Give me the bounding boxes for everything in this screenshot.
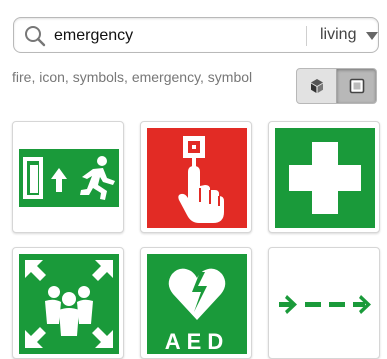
view-toggle [296,68,377,104]
result-tile-direction-arrow[interactable] [268,247,380,359]
tag-list: fire, icon, symbols, emergency, symbol [12,69,253,85]
result-tile-emergency-exit[interactable] [12,121,124,233]
emergency-exit-icon [19,149,119,207]
search-input[interactable] [54,25,294,47]
fire-alarm-button-icon [147,128,247,228]
first-aid-cross-icon [275,128,375,228]
aed-label: AED [165,329,229,354]
result-tile-assembly-point[interactable] [12,247,124,359]
3d-cube-icon [310,79,323,93]
aed-defibrillator-icon: AED [147,254,247,354]
assembly-point-icon [19,254,119,354]
result-tile-first-aid[interactable] [268,121,380,233]
search-icon [25,26,46,47]
view-3d-button[interactable] [297,69,336,103]
result-tile-aed[interactable]: AED [140,247,252,359]
scope-select[interactable]: living [320,26,356,44]
view-flat-button[interactable] [336,69,376,103]
search-divider [306,26,307,46]
result-tile-fire-alarm[interactable] [140,121,252,233]
direction-arrow-icon [275,254,375,354]
chevron-down-icon[interactable] [366,32,378,40]
flat-square-icon [349,78,364,94]
search-bar: living [13,17,379,53]
